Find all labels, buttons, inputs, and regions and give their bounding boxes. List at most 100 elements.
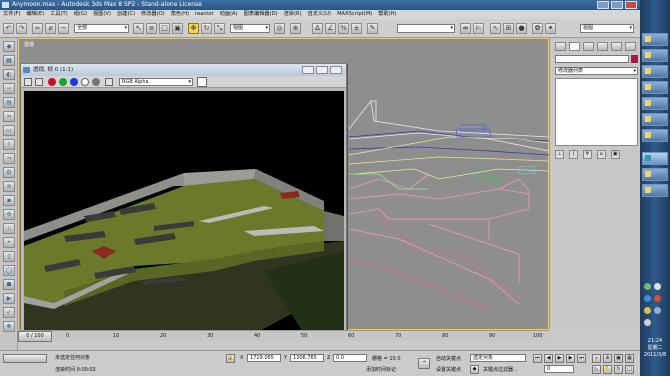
percent-snap-icon[interactable]: % <box>338 23 349 34</box>
timeline[interactable]: 0 / 100 0 10 20 30 40 50 60 70 80 90 100 <box>18 330 549 342</box>
menu-maxscript[interactable]: MAXScript(M) <box>337 10 372 19</box>
taskbar-item[interactable] <box>642 129 668 142</box>
app-icon[interactable] <box>2 2 9 8</box>
taskbar-item[interactable] <box>642 97 668 110</box>
bind-space-warp-icon[interactable]: ~ <box>58 23 69 34</box>
select-rotate-icon[interactable]: ↻ <box>201 23 212 34</box>
selection-filter-dropdown[interactable]: 全部 <box>74 24 129 33</box>
monochrome-icon[interactable] <box>92 78 100 86</box>
zoom-all-icon[interactable]: ⊕ <box>603 354 612 363</box>
rect-region-icon[interactable]: □ <box>159 23 170 34</box>
object-name-field[interactable] <box>555 55 629 63</box>
maxscript-listener-button[interactable] <box>3 354 47 363</box>
clear-icon[interactable] <box>105 78 113 86</box>
taskbar-clock[interactable]: 21:24 星期二 2011/3/8 <box>641 338 669 359</box>
reactor-prismatic-icon[interactable]: ▯ <box>3 251 15 262</box>
color-swatch[interactable] <box>197 77 207 87</box>
reactor-water-icon[interactable]: ≈ <box>3 111 15 122</box>
taskbar-item-3dsmax[interactable] <box>642 152 668 165</box>
minimize-button[interactable] <box>597 1 609 9</box>
schematic-view-icon[interactable]: ⊞ <box>503 23 514 34</box>
reactor-dashpot-icon[interactable]: ⊸ <box>3 153 15 164</box>
taskbar-item[interactable] <box>642 65 668 78</box>
named-selection-icon[interactable]: ✎ <box>367 23 378 34</box>
tray-icon[interactable] <box>644 295 651 302</box>
zoom-extents-icon[interactable]: ▣ <box>614 354 623 363</box>
reactor-carwheel-icon[interactable]: ◯ <box>3 265 15 276</box>
reactor-preview-icon[interactable]: ▶ <box>3 293 15 304</box>
make-unique-icon[interactable]: ∀ <box>582 150 592 159</box>
arc-rotate-icon[interactable]: ↻ <box>614 365 623 374</box>
menu-animation[interactable]: 动画(A) <box>220 10 238 19</box>
key-filters-button[interactable]: 关键点过滤器... <box>483 366 518 373</box>
object-color-swatch[interactable] <box>631 55 638 63</box>
set-key-icon[interactable]: ⊸ <box>418 358 430 369</box>
green-channel-icon[interactable] <box>59 78 67 86</box>
next-frame-icon[interactable]: ▶ <box>566 354 575 363</box>
select-move-icon[interactable]: ✥ <box>188 23 199 34</box>
modifier-stack[interactable] <box>555 78 638 146</box>
taskbar-item[interactable] <box>642 81 668 94</box>
lock-selection-icon[interactable]: 🔒 <box>226 354 235 363</box>
reactor-create-animation-icon[interactable]: ❖ <box>3 321 15 332</box>
hierarchy-tab-icon[interactable] <box>583 42 594 51</box>
auto-key-button[interactable]: 自动关键点 <box>436 355 461 362</box>
motion-tab-icon[interactable] <box>597 42 608 51</box>
display-tab-icon[interactable] <box>611 42 622 51</box>
tray-icon[interactable] <box>644 319 651 326</box>
create-tab-icon[interactable] <box>555 42 566 51</box>
reactor-fracture-icon[interactable]: ✣ <box>3 209 15 220</box>
show-end-result-icon[interactable]: | <box>568 150 578 159</box>
select-link-icon[interactable]: ∞ <box>32 23 43 34</box>
menu-modifiers[interactable]: 修改器(O) <box>141 10 165 19</box>
taskbar-item[interactable] <box>642 33 668 46</box>
render-window-minimize-button[interactable] <box>302 66 314 74</box>
reactor-motor-icon[interactable]: ⚙ <box>3 167 15 178</box>
pin-stack-icon[interactable]: ⊥ <box>555 150 564 159</box>
menu-file[interactable]: 文件(F) <box>3 10 20 19</box>
undo-icon[interactable]: ↶ <box>3 23 14 34</box>
menu-help[interactable]: 帮助(H) <box>378 10 396 19</box>
red-channel-icon[interactable] <box>48 78 56 86</box>
utilities-tab-icon[interactable] <box>625 42 636 51</box>
menu-graph-editors[interactable]: 图表编辑器(D) <box>244 10 278 19</box>
render-frame-window[interactable]: 透视, 帧 0 (1:1) RGB Alpha <box>20 63 347 336</box>
menu-group[interactable]: 组(G) <box>74 10 87 19</box>
quick-render-icon[interactable]: ✦ <box>545 23 556 34</box>
key-mode-dropdown[interactable]: 选定对象 <box>470 354 526 362</box>
redo-icon[interactable]: ↷ <box>16 23 27 34</box>
curve-editor-icon[interactable]: ∿ <box>490 23 501 34</box>
y-coordinate-field[interactable]: 1306.765 <box>290 354 324 362</box>
select-by-name-icon[interactable]: ≡ <box>146 23 157 34</box>
modifier-list-dropdown[interactable]: 修改器列表 <box>555 67 638 75</box>
select-scale-icon[interactable]: ⤡ <box>214 23 225 34</box>
menu-edit[interactable]: 编辑(E) <box>26 10 44 19</box>
select-object-icon[interactable]: ↖ <box>133 23 144 34</box>
reactor-soft-icon[interactable]: ◐ <box>3 69 15 80</box>
reactor-analyze-icon[interactable]: ✓ <box>3 307 15 318</box>
clone-window-icon[interactable] <box>35 78 43 86</box>
menu-tools[interactable]: 工具(T) <box>50 10 68 19</box>
reactor-rope-icon[interactable]: ∽ <box>3 83 15 94</box>
reactor-point-icon[interactable]: • <box>3 237 15 248</box>
add-time-tag[interactable]: 添加时间标记 <box>366 366 396 373</box>
render-scene-icon[interactable]: ✿ <box>532 23 543 34</box>
named-selection-dropdown[interactable] <box>397 24 455 33</box>
go-to-start-icon[interactable]: ⏮ <box>533 354 542 363</box>
snap-toggle-icon[interactable]: ∆ <box>312 23 323 34</box>
zoom-icon[interactable]: ⌕ <box>592 354 601 363</box>
align-icon[interactable]: ⊨ <box>473 23 484 34</box>
select-manipulate-icon[interactable]: ⊕ <box>290 23 301 34</box>
menu-rendering[interactable]: 渲染(R) <box>284 10 302 19</box>
angle-snap-icon[interactable]: ∠ <box>325 23 336 34</box>
menu-reactor[interactable]: reactor <box>195 10 214 19</box>
maximize-viewport-icon[interactable]: □ <box>625 365 634 374</box>
reference-coordinate-dropdown[interactable]: 视图 <box>230 24 270 33</box>
reactor-wind-icon[interactable]: ≋ <box>3 181 15 192</box>
tray-icon[interactable] <box>654 283 661 290</box>
field-of-view-icon[interactable]: ◺ <box>592 365 601 374</box>
reactor-ragdoll-icon[interactable]: ☗ <box>3 279 15 290</box>
current-frame-field[interactable]: 0 <box>544 365 574 373</box>
reactor-toy-car-icon[interactable]: ▪ <box>3 195 15 206</box>
blue-channel-icon[interactable] <box>70 78 78 86</box>
